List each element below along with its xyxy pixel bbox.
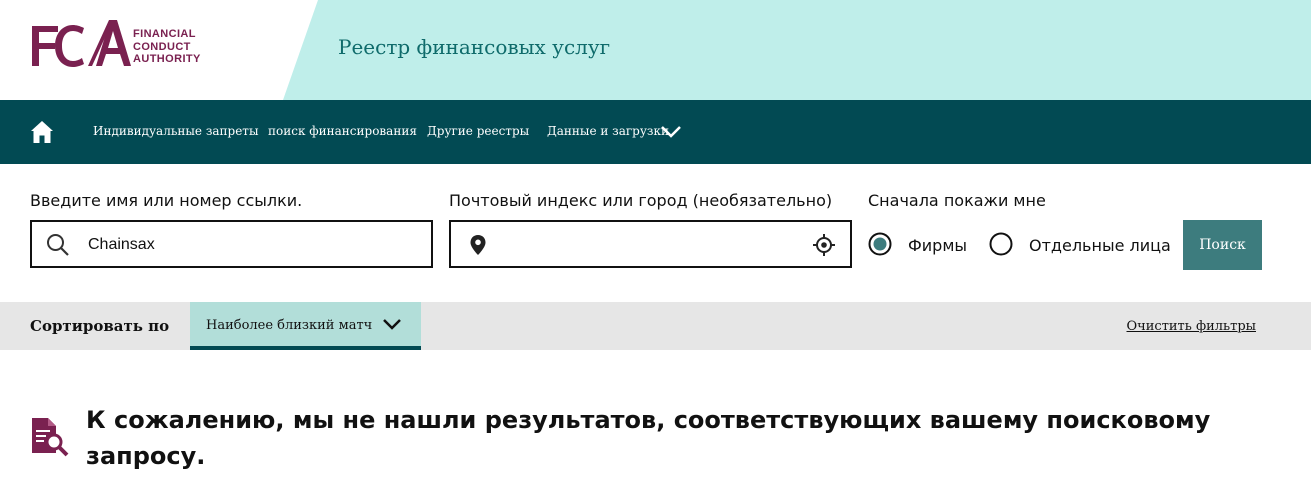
sort-select-value: Наиболее близкий матч bbox=[206, 318, 373, 333]
fca-logo-mark bbox=[32, 20, 131, 67]
main-nav: Индивидуальные запреты поиск финансирова… bbox=[0, 100, 1311, 164]
logo-line: CONDUCT bbox=[133, 40, 191, 53]
radio-individuals-label[interactable]: Отдельные лица bbox=[1029, 236, 1171, 255]
location-pin-icon bbox=[470, 235, 486, 255]
nav-item-individual-bans[interactable]: Индивидуальные запреты bbox=[93, 124, 259, 138]
site-title[interactable]: Реестр финансовых услуг bbox=[338, 35, 610, 59]
clear-filters-link[interactable]: Очистить фильтры bbox=[1127, 319, 1257, 334]
site-header: FINANCIAL CONDUCT AUTHORITY Реестр финан… bbox=[0, 0, 1311, 100]
nav-item-other-registers[interactable]: Другие реестры bbox=[427, 124, 529, 138]
name-input[interactable] bbox=[88, 234, 418, 256]
chevron-down-icon bbox=[383, 319, 401, 330]
no-results-message: К сожалению, мы не нашли результатов, со… bbox=[86, 406, 1211, 470]
home-icon[interactable] bbox=[30, 120, 54, 144]
sort-select[interactable]: Наиболее близкий матч bbox=[190, 302, 421, 350]
name-field-label: Введите имя или номер ссылки. bbox=[30, 191, 303, 210]
radio-individuals[interactable] bbox=[989, 232, 1013, 256]
sort-label: Сортировать по bbox=[30, 317, 170, 335]
postcode-field[interactable] bbox=[449, 220, 852, 268]
crosshair-icon[interactable] bbox=[813, 234, 835, 256]
show-first-label: Сначала покажи мне bbox=[868, 191, 1046, 210]
postcode-field-label: Почтовый индекс или город (необязательно… bbox=[449, 191, 833, 210]
search-button[interactable]: Поиск bbox=[1183, 220, 1262, 270]
nav-item-data-downloads[interactable]: Данные и загрузки bbox=[547, 124, 669, 138]
name-field[interactable] bbox=[30, 220, 433, 268]
radio-firms-label[interactable]: Фирмы bbox=[908, 236, 967, 255]
search-icon bbox=[47, 234, 69, 256]
nav-item-funding-search[interactable]: поиск финансирования bbox=[268, 124, 417, 138]
sort-bar: Сортировать по Наиболее близкий матч Очи… bbox=[0, 302, 1311, 350]
chevron-down-icon[interactable] bbox=[660, 125, 682, 139]
fca-logo-text: FINANCIAL CONDUCT AUTHORITY bbox=[133, 28, 201, 66]
document-search-icon bbox=[32, 418, 69, 457]
logo-line: AUTHORITY bbox=[133, 53, 201, 65]
postcode-input[interactable] bbox=[499, 234, 799, 256]
logo-line: FINANCIAL bbox=[133, 28, 196, 40]
radio-firms[interactable] bbox=[868, 232, 892, 256]
